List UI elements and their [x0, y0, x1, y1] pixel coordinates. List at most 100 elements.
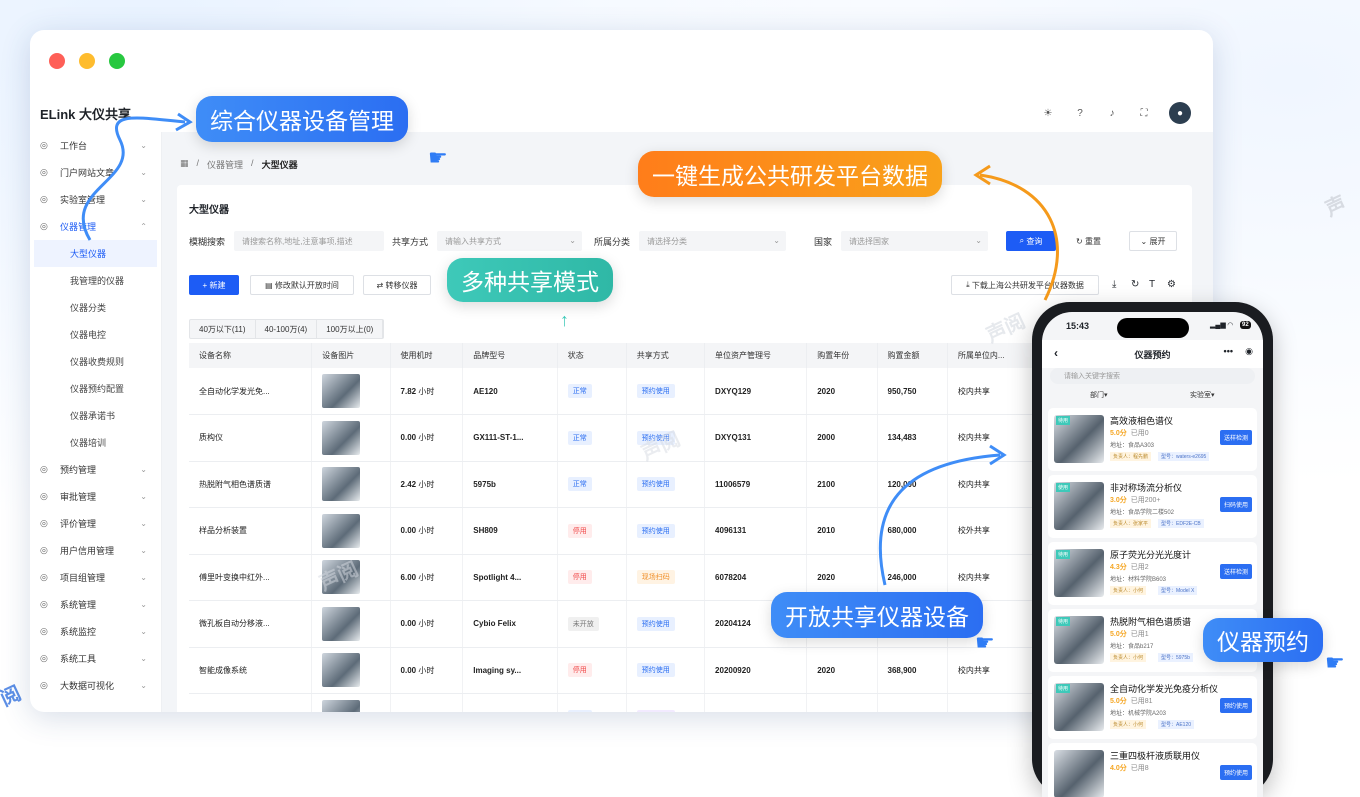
rating: 5.0分 已用0: [1110, 430, 1149, 437]
chevron-down-icon: ⌄: [140, 519, 147, 528]
purchase-amount: 950,750: [887, 386, 917, 396]
phone-search-input[interactable]: 请输入关键字搜索: [1050, 368, 1255, 384]
chevron-down-icon: ⌄: [140, 681, 147, 690]
tab-40-100[interactable]: 40-100万(4): [256, 320, 318, 338]
sidebar-item[interactable]: ◎ 系统工具 ⌄: [30, 645, 161, 672]
model-badge: 型号：AE120: [1158, 720, 1195, 729]
hours-unit: 小时: [418, 526, 435, 536]
sidebar-item[interactable]: ◎ 仪器管理 ⌃: [30, 213, 161, 240]
sidebar-item[interactable]: ◎ 审批管理 ⌄: [30, 483, 161, 510]
home-icon[interactable]: ▦: [180, 158, 189, 171]
document-icon: ◎: [40, 167, 48, 177]
sidebar-item-label: 仪器电控: [70, 330, 107, 340]
chevron-up-icon: ⌃: [140, 222, 147, 231]
sidebar-item[interactable]: ◎ 大数据可视化 ⌄: [30, 672, 161, 699]
reset-button[interactable]: ↻ 重置: [1066, 231, 1111, 251]
phone-header: ‹ 仪器预约 ••• ◉: [1042, 340, 1263, 368]
avatar[interactable]: ●: [1169, 102, 1191, 124]
country-select[interactable]: 请选择国家 ⌄: [841, 231, 988, 251]
booking-button[interactable]: 预约使用: [1219, 698, 1252, 713]
export-icon[interactable]: ⤓: [1112, 279, 1116, 290]
status-badge: 正常: [567, 709, 592, 712]
instrument-name[interactable]: 全自动化学发光免...: [199, 387, 270, 396]
maximize-window-button[interactable]: [109, 53, 125, 69]
instrument-name[interactable]: 质构仪: [199, 433, 223, 442]
instrument-card[interactable]: 待用 全自动化学发光免疫分析仪 5.0分 已用81 地址：机械学院A203 负责人：小何 型…: [1048, 676, 1257, 739]
chevron-down-icon: ⌄: [140, 141, 147, 150]
density-icon[interactable]: T: [1149, 279, 1155, 290]
sidebar-item[interactable]: ◎ 系统管理 ⌄: [30, 591, 161, 618]
category-select[interactable]: 请选择分类 ⌄: [639, 231, 786, 251]
instrument-card[interactable]: 待用 原子荧光分光光度计 4.3分 已用2 地址：材料学院B603 负责人：小何 型号：Mo…: [1048, 542, 1257, 605]
sidebar-item[interactable]: ◎ 预约管理 ⌄: [30, 456, 161, 483]
booking-button[interactable]: 送样检测: [1219, 564, 1252, 579]
sidebar-item[interactable]: 仪器分类: [30, 294, 161, 321]
instrument-card[interactable]: 待用 高效液相色谱仪 5.0分 已用0 地址：食品A303 负责人：程先鹏 型号：water…: [1048, 408, 1257, 471]
sidebar-item[interactable]: 大型仪器: [34, 240, 157, 267]
instrument-card[interactable]: 三重四极杆液质联用仪 4.0分 已用8 预约使用: [1048, 743, 1257, 797]
download-button[interactable]: ⤓ 下载上海公共研发平台仪器数据: [951, 275, 1099, 295]
tab-under-40[interactable]: 40万以下(11): [190, 320, 256, 338]
tab-over-100[interactable]: 100万以上(0): [317, 320, 384, 338]
instrument-name[interactable]: 微孔板自动分移液...: [199, 619, 270, 628]
purchase-year: 2010: [817, 526, 836, 536]
close-window-button[interactable]: [49, 53, 65, 69]
booking-button[interactable]: 送样检测: [1219, 430, 1252, 445]
breadcrumb-parent[interactable]: 仪器管理: [207, 158, 243, 171]
instrument-card[interactable]: 使用 非对称场流分析仪 3.0分 已用200+ 地址：食品学院二楼502 负责人：张家平型…: [1048, 475, 1257, 538]
booking-button[interactable]: 预约使用: [1219, 765, 1252, 780]
hours-unit: 小时: [418, 619, 435, 629]
usage-hours: 0.00: [400, 619, 417, 629]
sidebar-item[interactable]: ◎ 实验室管理 ⌄: [30, 186, 161, 213]
share-select[interactable]: 请输入共享方式 ⌄: [437, 231, 582, 251]
sidebar-item[interactable]: ◎ 用户信用管理 ⌄: [30, 537, 161, 564]
sidebar-item[interactable]: 仪器培训: [30, 429, 161, 456]
transfer-button[interactable]: ⇄ 转移仪器: [363, 275, 431, 295]
fullscreen-icon[interactable]: ⛶: [1137, 106, 1151, 120]
keyword-input[interactable]: 请搜索名称,地址,注意事项,描述: [234, 231, 384, 251]
modify-open-time-button[interactable]: ▤ 修改默认开放时间: [250, 275, 354, 295]
sidebar-item[interactable]: ◎ 工作台 ⌄: [30, 132, 161, 159]
phone-screen: 15:43 ▂▄▆ ◠ 92 ‹ 仪器预约 ••• ◉ 请输入关键字搜索 部门▾…: [1042, 312, 1263, 797]
model-badge: 型号：EDF2E-CB: [1158, 519, 1204, 528]
minimize-window-button[interactable]: [79, 53, 95, 69]
sidebar-item[interactable]: ◎ 评价管理 ⌄: [30, 510, 161, 537]
asset-number: 11006579: [715, 479, 751, 489]
refresh-icon[interactable]: ↻: [1131, 279, 1139, 290]
bell-icon[interactable]: ♪: [1105, 106, 1119, 120]
help-icon[interactable]: ?: [1073, 106, 1087, 120]
sidebar-item[interactable]: 我管理的仪器: [30, 267, 161, 294]
more-icon[interactable]: •••: [1224, 346, 1233, 356]
sidebar-item[interactable]: 仪器收费规则: [30, 348, 161, 375]
instrument-name[interactable]: 热脱附气相色谱质谱: [199, 480, 271, 489]
signal-icon: ▂▄▆ ◠: [1210, 322, 1234, 329]
usage-hours: 0.00: [400, 665, 417, 675]
query-button[interactable]: ⌕ 查询: [1006, 231, 1056, 251]
instrument-name[interactable]: 样品分析装置: [199, 526, 247, 535]
usage-hours: 7.82: [400, 386, 417, 396]
column-header: 状态: [557, 343, 627, 368]
sidebar-item[interactable]: ◎ 系统监控 ⌄: [30, 618, 161, 645]
instrument-name[interactable]: 智能成像系统: [199, 666, 247, 675]
booking-button[interactable]: 扫码使用: [1219, 497, 1252, 512]
settings-icon[interactable]: ⚙: [1167, 279, 1176, 290]
sidebar-item-label: 项目组管理: [60, 573, 106, 583]
share-badge: 送样检测: [636, 709, 675, 712]
sidebar-item[interactable]: 仪器承诺书: [30, 402, 161, 429]
sidebar-item[interactable]: 仪器电控: [30, 321, 161, 348]
back-icon[interactable]: ‹: [1054, 346, 1058, 360]
brand-model: AE120: [473, 386, 498, 396]
new-button[interactable]: + 新建: [189, 275, 239, 295]
column-header: 设备名称: [189, 343, 313, 368]
instrument-image: [322, 467, 361, 502]
theme-icon[interactable]: ☀: [1041, 106, 1055, 120]
sidebar-item[interactable]: ◎ 门户网站文章 ⌄: [30, 159, 161, 186]
box-icon: ◎: [40, 221, 48, 231]
department-filter[interactable]: 部门▾: [1090, 390, 1108, 400]
instrument-name[interactable]: 傅里叶变换中红外...: [199, 573, 270, 582]
target-icon[interactable]: ◉: [1245, 346, 1253, 357]
expand-button[interactable]: ⌄ 展开: [1129, 231, 1177, 251]
lab-filter[interactable]: 实验室▾: [1190, 390, 1215, 400]
sidebar-item[interactable]: 仪器预约配置: [30, 375, 161, 402]
sidebar-item[interactable]: ◎ 项目组管理 ⌄: [30, 564, 161, 591]
